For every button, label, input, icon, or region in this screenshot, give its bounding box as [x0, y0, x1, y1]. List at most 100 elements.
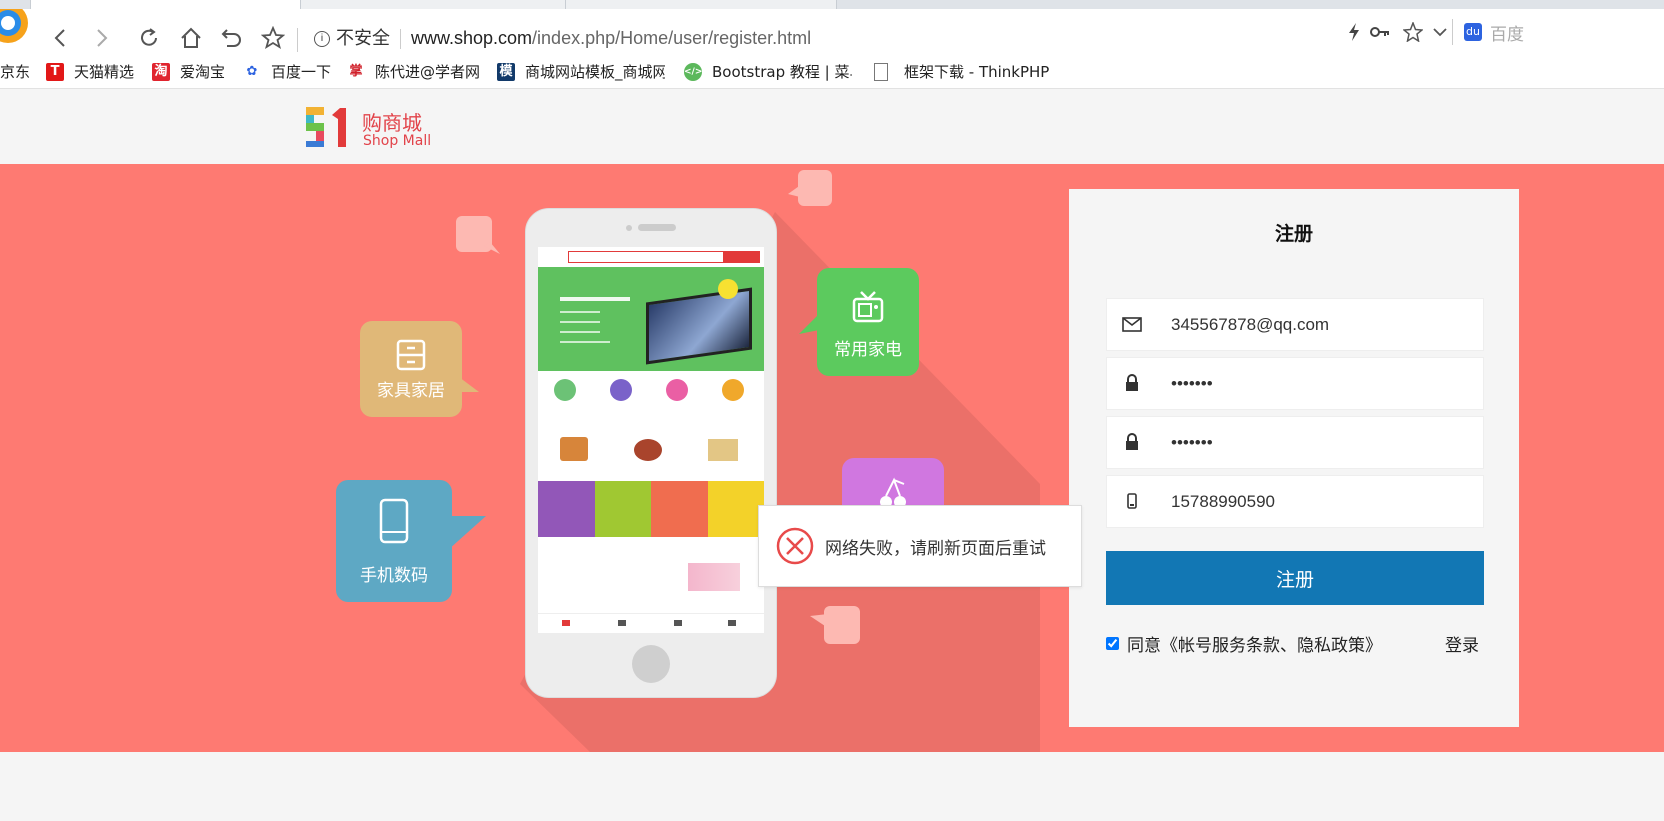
runoob-icon: </> — [684, 62, 702, 81]
bubble-tail — [448, 516, 486, 550]
logo-mark-icon — [306, 107, 346, 147]
phone-field — [1106, 475, 1484, 528]
chat-bubble-icon — [788, 170, 832, 206]
bookmark-label: 京东 — [0, 63, 31, 81]
confirm-password-field — [1106, 416, 1484, 469]
url-host: www.shop.com — [411, 28, 533, 48]
scholar-icon: 掌 — [347, 62, 365, 81]
flash-icon[interactable] — [1346, 22, 1362, 46]
logo-text-en: Shop Mall — [363, 133, 432, 149]
bubble-label: 常用家电 — [834, 340, 902, 360]
screen-banner — [538, 267, 764, 371]
divider — [400, 29, 401, 50]
bookmark-label: 框架下载 - ThinkPHP — [904, 63, 1050, 81]
register-card: 注册 注册 同意《帐号服务条款、隐私政策》 登录 — [1069, 189, 1519, 727]
bookmark-item[interactable]: ✿ 百度一下 — [243, 61, 331, 82]
chevron-down-icon[interactable] — [1432, 24, 1448, 43]
bubble-label: 家具家居 — [377, 381, 445, 401]
agree-terms[interactable]: 同意《帐号服务条款、隐私政策》 — [1106, 631, 1382, 656]
star-icon — [261, 26, 285, 49]
mail-icon — [1122, 317, 1142, 332]
drawer-icon — [396, 339, 426, 371]
bookmark-label: Bootstrap 教程 | 菜鸟 — [712, 63, 852, 81]
bookmark-label: 商城网站模板_商城网 — [525, 63, 665, 81]
arrow-left-icon — [54, 29, 65, 47]
back-button[interactable] — [46, 23, 76, 53]
chat-bubble-icon — [810, 606, 860, 644]
reload-icon — [141, 28, 157, 46]
screen-searchbar — [568, 251, 760, 263]
logo-text-cn: 购商城 — [362, 111, 422, 135]
site-logo[interactable]: 购商城 Shop Mall — [304, 105, 444, 151]
bubble-label: 手机数码 — [360, 566, 428, 586]
favorite-star-icon[interactable] — [1402, 20, 1424, 46]
phone-input[interactable] — [1169, 486, 1473, 518]
phone-camera — [626, 225, 632, 231]
email-input[interactable] — [1169, 309, 1473, 341]
password-field — [1106, 357, 1484, 410]
bookmark-star-button[interactable] — [258, 23, 288, 53]
phone-home-button — [632, 645, 670, 683]
lock-icon — [1126, 374, 1138, 391]
lock-icon — [1126, 433, 1138, 450]
browser-toolbar: i 不安全 www.shop.com/index.php/Home/user/reg… — [0, 3, 1664, 54]
mobile-icon — [1127, 493, 1137, 509]
category-furniture-bubble[interactable]: 家具家居 — [360, 321, 462, 417]
login-link[interactable]: 登录 — [1445, 631, 1479, 656]
phone-mockup — [525, 208, 777, 698]
bookmark-label: 爱淘宝 — [180, 63, 226, 81]
browser-tab-strip — [0, 0, 1664, 10]
reload-button[interactable] — [134, 23, 164, 53]
bookmark-item[interactable]: 模 商城网站模板_商城网 — [497, 61, 665, 82]
password-input[interactable] — [1169, 368, 1473, 400]
agree-checkbox[interactable] — [1106, 637, 1119, 650]
agree-text: 同意《帐号服务条款、隐私政策》 — [1127, 636, 1382, 656]
bookmark-item[interactable]: 框架下载 - ThinkPHP — [874, 61, 1054, 82]
screen-footer-nav — [538, 613, 764, 633]
confirm-password-input[interactable] — [1169, 427, 1473, 459]
error-circle-icon — [776, 527, 814, 565]
register-button[interactable]: 注册 — [1106, 551, 1484, 605]
tv-icon — [852, 291, 884, 323]
screen-products — [538, 423, 764, 463]
url-path: /index.php/Home/user/register.html — [532, 28, 812, 48]
category-digital-bubble[interactable]: 手机数码 — [336, 480, 452, 602]
taobao-icon: 淘 — [152, 62, 170, 81]
category-appliance-bubble[interactable]: 常用家电 — [817, 268, 919, 376]
bookmark-item[interactable]: 掌 陈代进@学者网 — [347, 61, 480, 82]
search-engine-label: 百度 — [1490, 24, 1524, 45]
bookmark-label: 天猫精选 — [74, 63, 135, 81]
bubble-tail — [799, 314, 819, 334]
search-box[interactable]: du 百度 — [1464, 20, 1664, 45]
divider — [297, 28, 298, 52]
phone-screen — [538, 247, 764, 633]
key-icon[interactable] — [1370, 24, 1390, 44]
home-icon — [181, 27, 201, 48]
template-icon: 模 — [497, 62, 515, 81]
undo-close-button[interactable] — [217, 23, 247, 53]
tmall-icon: T — [46, 62, 64, 81]
forward-button[interactable] — [86, 23, 116, 53]
address-bar[interactable]: i 不安全 www.shop.com/index.php/Home/user/reg… — [314, 24, 811, 50]
bookmark-item[interactable]: 淘 爱淘宝 — [152, 61, 225, 82]
home-button[interactable] — [176, 23, 206, 53]
site-header: 购商城 Shop Mall — [0, 89, 1664, 164]
hero-banner: 家具家居 常用家电 手机数码 注册 345567878@qq.com •••••… — [0, 164, 1664, 752]
phone-speaker — [638, 224, 676, 231]
bookmark-item[interactable]: </> Bootstrap 教程 | 菜鸟 — [684, 61, 852, 82]
error-toast: 网络失败，请刷新页面后重试 — [758, 505, 1082, 587]
divider — [1452, 19, 1453, 45]
bookmark-item[interactable]: T 天猫精选 — [46, 61, 134, 82]
browser-logo-icon[interactable] — [0, 3, 30, 45]
category-fruit-bubble[interactable] — [842, 458, 944, 510]
screen-tv — [646, 287, 752, 365]
bookmark-label: 百度一下 — [271, 63, 332, 81]
bookmark-item[interactable]: 京东 — [0, 61, 30, 82]
email-field — [1106, 298, 1484, 351]
bookmark-label: 陈代进@学者网 — [375, 63, 481, 81]
screen-tiles — [538, 481, 764, 537]
arrow-right-icon — [97, 29, 108, 47]
baidu-icon: du — [1464, 23, 1482, 41]
info-icon: i — [314, 31, 330, 48]
page-footer — [0, 752, 1664, 821]
